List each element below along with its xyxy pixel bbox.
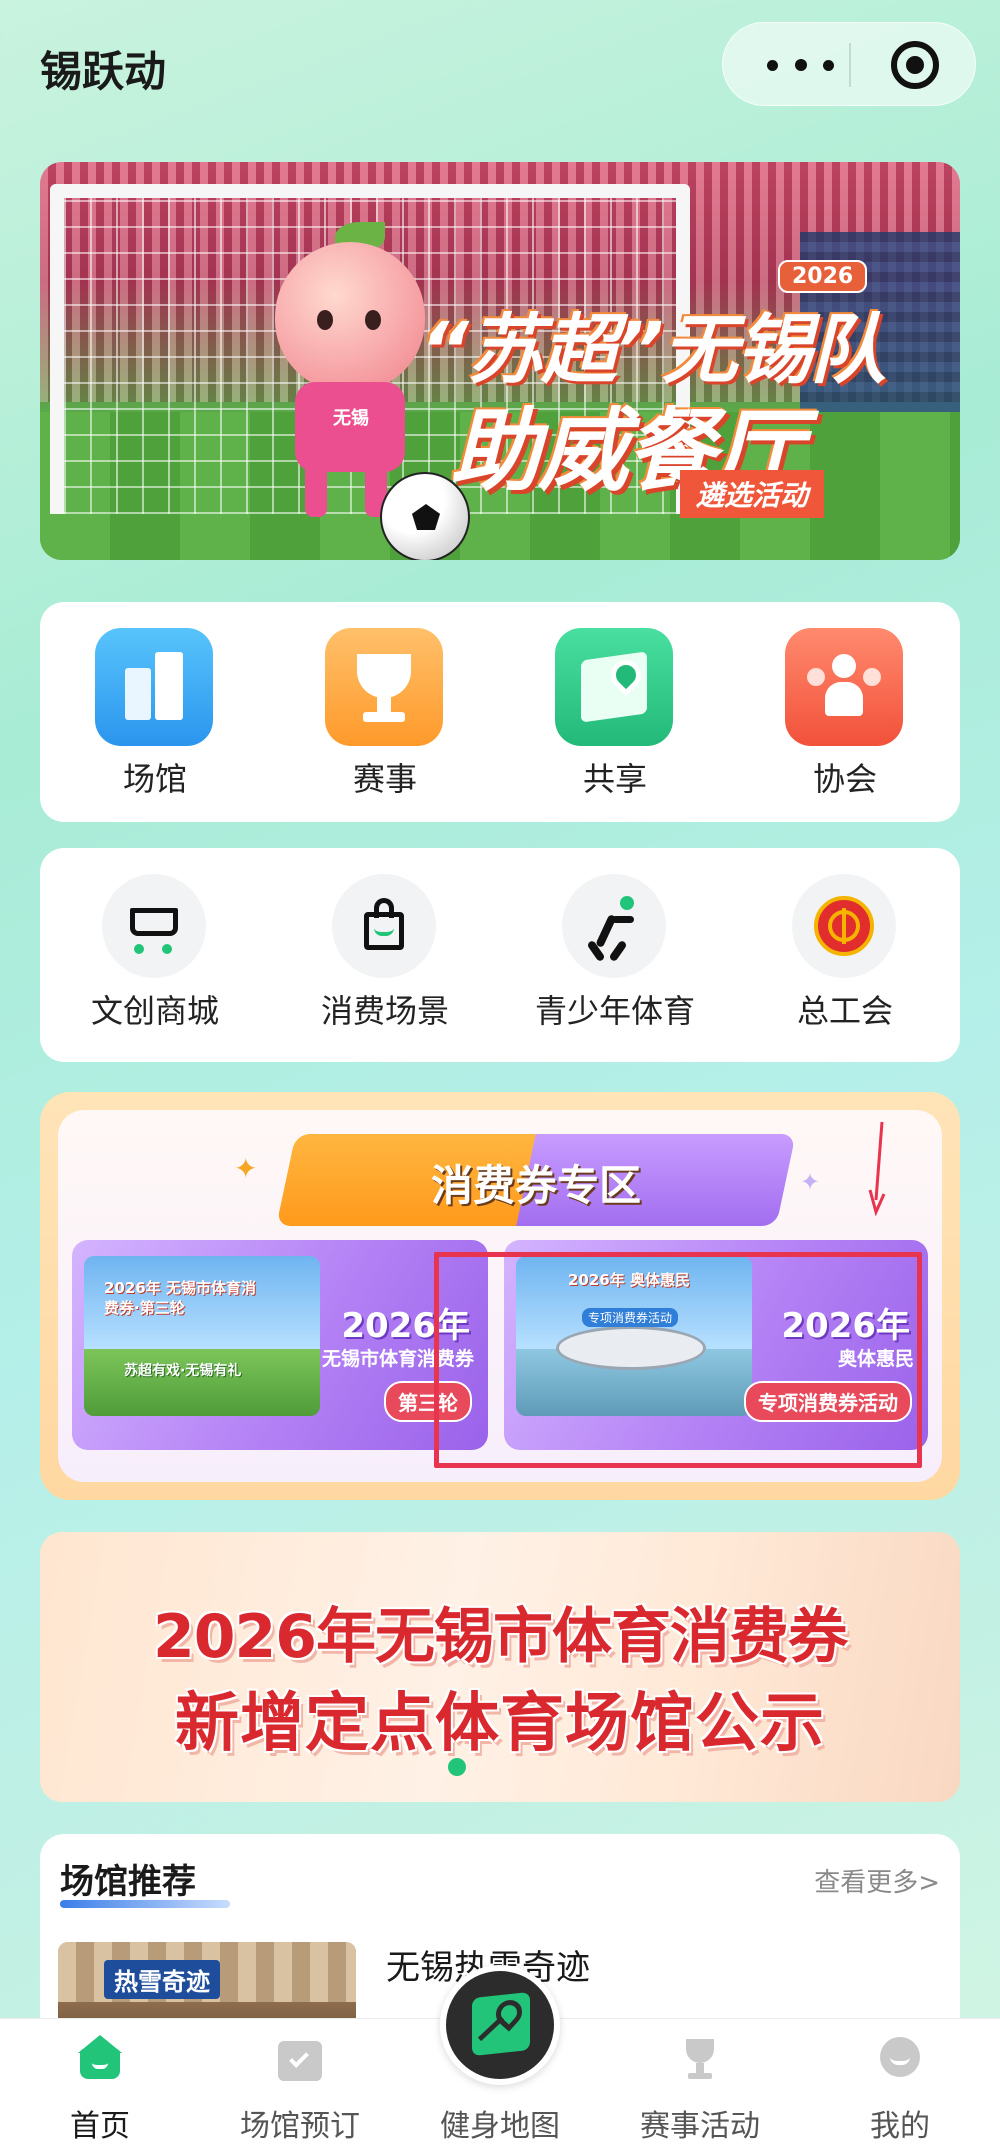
tab-label: 首页 [70,2109,130,2144]
tab-events[interactable]: 赛事活动 [600,2019,800,2150]
tab-label: 我的 [870,2109,930,2144]
red-arrow-annotation [868,1121,886,1217]
nav-label: 协会 [812,760,877,798]
voucher-card-scene-sub: 苏超有戏·无锡有礼 [124,1363,242,1379]
tab-venue-booking[interactable]: 场馆预订 [200,2019,400,2150]
nav-item-share[interactable]: 共享 [500,602,730,822]
map-pin-icon [555,628,673,746]
voucher-card-scene: 2026年 无锡市体育消费券·第三轮 苏超有戏·无锡有礼 [84,1256,320,1416]
section-title: 场馆推荐 [60,1862,196,1902]
notice-line-2: 新增定点体育场馆公示 [175,1687,825,1761]
record-target-icon[interactable] [891,41,939,89]
nav-label: 赛事 [352,760,417,798]
app-title: 锡跃动 [40,47,167,96]
trophy-icon [325,628,443,746]
home-icon [76,2035,124,2083]
main-nav-card: 场馆 赛事 共享 协会 [40,602,960,822]
nav-label: 场馆 [122,760,187,798]
voucher-zone-title: 消费券专区 [430,1161,641,1210]
nav-item-youth-sports[interactable]: 青少年体育 [500,848,730,1062]
nav-item-stadium[interactable]: 场馆 [40,602,270,822]
user-avatar-icon [876,2035,924,2083]
nav-label: 消费场景 [320,992,449,1030]
people-group-icon [785,628,903,746]
sparkle-icon: ✦ [800,1168,821,1196]
notice-pagination-dot[interactable] [448,1758,466,1776]
voucher-card-round3[interactable]: 2026年 无锡市体育消费券·第三轮 苏超有戏·无锡有礼 2026年 无锡市体育… [72,1240,488,1450]
trophy-icon [676,2035,724,2083]
mini-program-capsule [722,22,976,106]
view-more-link[interactable]: 查看更多> [814,1862,940,1899]
notice-line-1: 2026年无锡市体育消费券 [153,1602,848,1672]
fitness-map-button[interactable] [440,1965,560,2085]
voucher-card-scene-caption: 2026年 无锡市体育消费券·第三轮 [104,1279,256,1317]
tab-label: 赛事活动 [640,2109,760,2144]
trade-union-emblem-icon [792,874,896,978]
shopping-cart-icon [102,874,206,978]
notice-banner[interactable]: 2026年无锡市体育消费券 新增定点体育场馆公示 [40,1532,960,1802]
nav-item-trade-union[interactable]: 总工会 [730,848,960,1062]
nav-label: 文创商城 [90,992,219,1030]
shopping-bag-icon [332,874,436,978]
tab-home[interactable]: 首页 [0,2019,200,2150]
nav-item-association[interactable]: 协会 [730,602,960,822]
tab-profile[interactable]: 我的 [800,2019,1000,2150]
voucher-zone-header: 消费券专区 [276,1134,796,1226]
venue-thumbnail-sign: 热雪奇迹 [104,1960,220,1999]
top-bar: 锡跃动 [0,0,1000,140]
tab-label: 健身地图 [440,2109,560,2144]
section-title-underline [60,1900,230,1908]
nav-label: 青少年体育 [534,992,695,1030]
nav-item-mall[interactable]: 文创商城 [40,848,270,1062]
nav-item-events[interactable]: 赛事 [270,602,500,822]
nav-label: 共享 [582,760,647,798]
capsule-divider [849,43,851,87]
fitness-map-icon [472,1991,530,2057]
highlight-box-annotation [434,1252,922,1468]
hero-banner[interactable]: 无锡 2026 “苏超”无锡队 助威餐厅 遴选活动 [40,162,960,560]
running-person-icon [562,874,666,978]
tab-label: 场馆预订 [240,2109,360,2144]
sub-nav-card: 文创商城 消费场景 青少年体育 总工会 [40,848,960,1062]
mascot-jersey-text: 无锡 [333,408,369,429]
nav-label: 总工会 [796,992,893,1030]
stadium-buildings-icon [95,628,213,746]
banner-subtitle: 遴选活动 [680,470,825,518]
sparkle-icon: ✦ [234,1152,258,1185]
more-dots-icon[interactable] [761,47,841,83]
nav-item-consumption[interactable]: 消费场景 [270,848,500,1062]
calendar-check-icon [276,2035,324,2083]
